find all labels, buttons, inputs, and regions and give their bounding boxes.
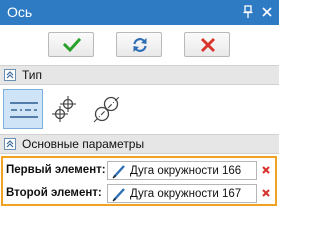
refresh-button[interactable] (116, 32, 162, 57)
section-main-params-header[interactable]: Основные параметры (0, 134, 279, 154)
window-title: Ось (7, 4, 33, 20)
pencil-icon (112, 165, 125, 179)
section-type-label: Тип (22, 68, 43, 82)
clear-second-element-icon[interactable] (260, 187, 272, 199)
ok-button[interactable] (48, 32, 94, 57)
section-main-params-label: Основные параметры (22, 137, 145, 151)
check-icon (63, 37, 81, 53)
title-bar: Ось (0, 0, 279, 25)
axis-by-two-points-icon (10, 102, 38, 118)
second-element-field[interactable]: Дуга окружности 167 (107, 184, 257, 203)
first-element-row: Первый элемент: Дуга окружности 166 (3, 159, 275, 182)
type-options (0, 86, 279, 132)
parameters-group: Первый элемент: Дуга окружности 166 Втор… (1, 156, 277, 206)
pin-icon[interactable] (240, 4, 256, 20)
refresh-icon (133, 38, 147, 52)
axis-by-circles-icon (93, 95, 121, 123)
second-element-label: Второй элемент: (6, 187, 102, 199)
section-type-header[interactable]: Тип (0, 65, 279, 85)
axis-by-circles-option[interactable] (87, 89, 127, 129)
pencil-icon (112, 188, 125, 202)
collapse-icon[interactable] (4, 69, 16, 81)
action-toolbar (0, 25, 279, 64)
second-element-row: Второй элемент: Дуга окружности 167 (3, 182, 275, 205)
second-element-value: Дуга окружности 167 (130, 188, 242, 200)
collapse-icon[interactable] (4, 138, 16, 150)
first-element-value: Дуга окружности 166 (130, 165, 242, 177)
clear-first-element-icon[interactable] (260, 164, 272, 176)
cross-icon (201, 38, 215, 52)
axis-by-points-option[interactable] (45, 89, 85, 129)
close-icon[interactable] (259, 4, 275, 20)
cancel-button[interactable] (184, 32, 230, 57)
first-element-field[interactable]: Дуга окружности 166 (107, 161, 257, 180)
axis-by-two-points-option[interactable] (3, 89, 43, 129)
axis-by-points-icon (52, 96, 76, 122)
first-element-label: Первый элемент: (6, 164, 106, 176)
